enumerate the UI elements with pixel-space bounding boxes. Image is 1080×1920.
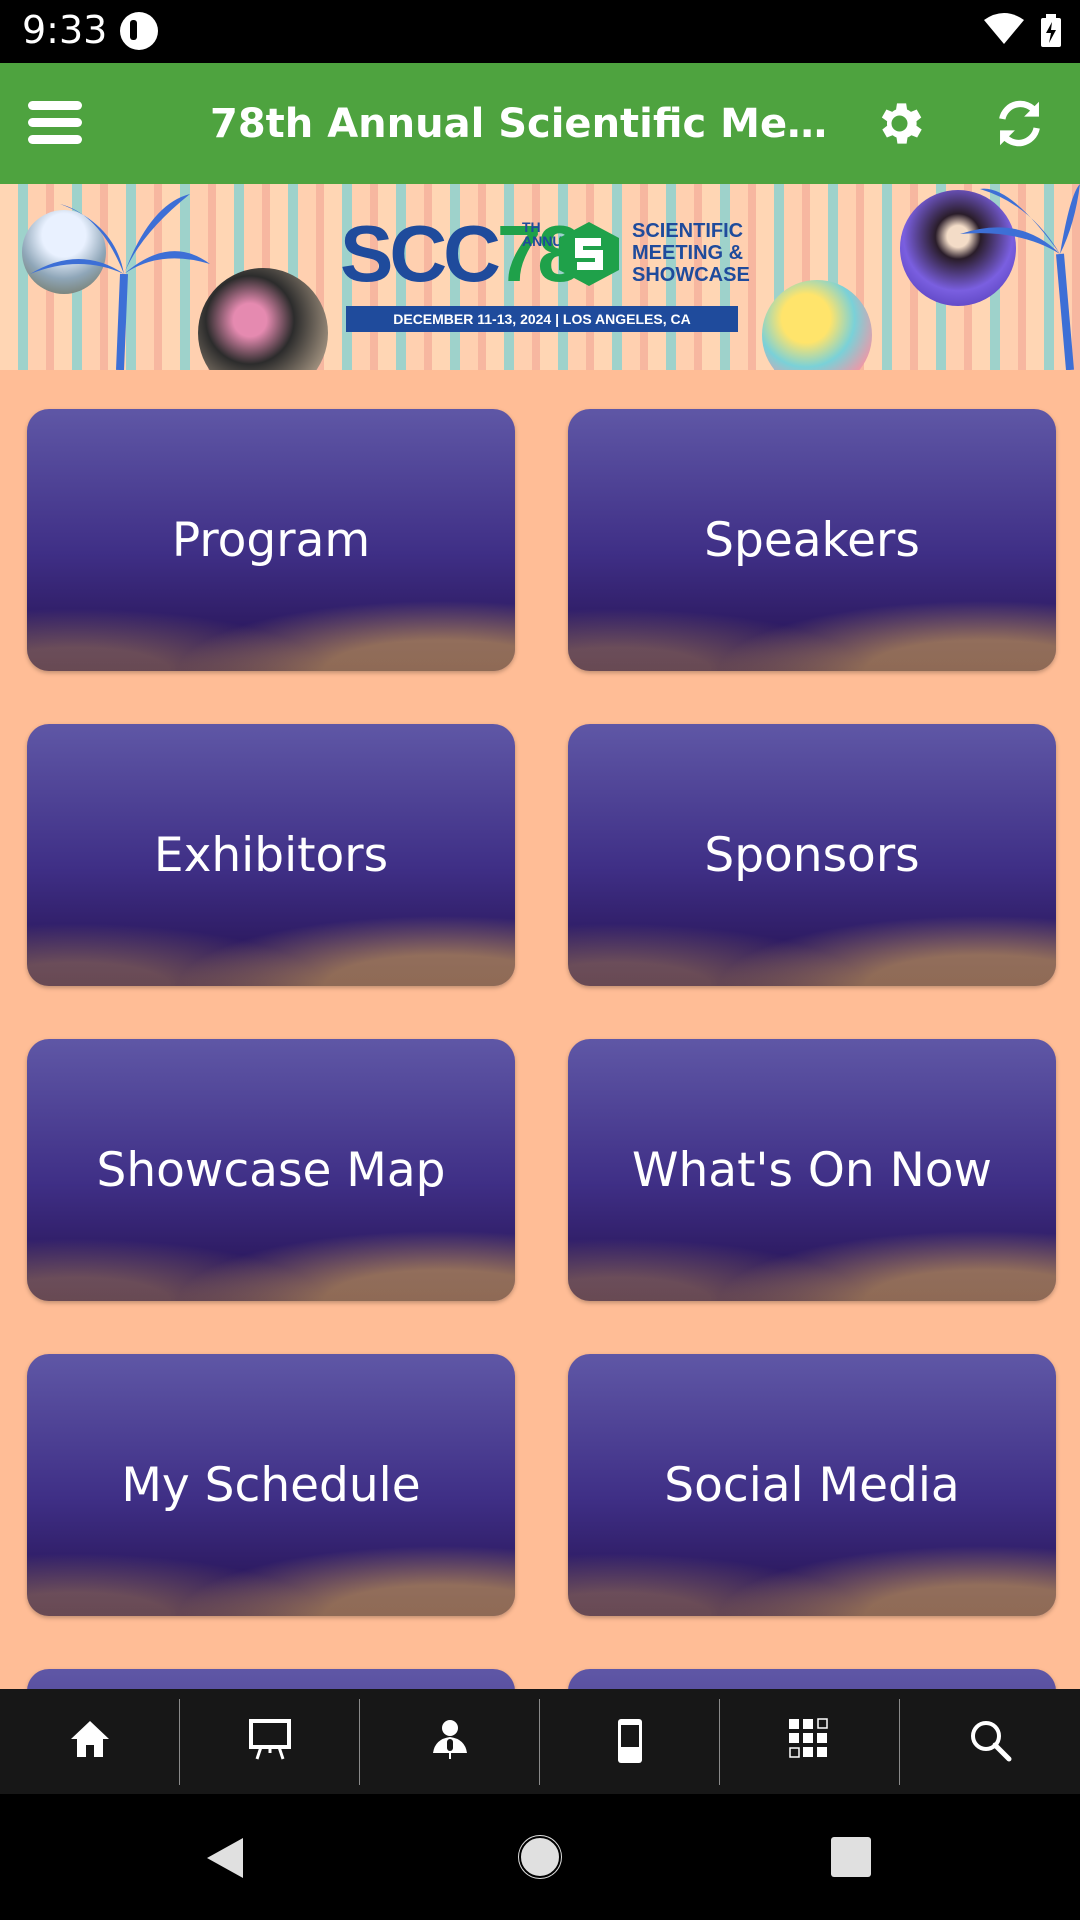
nav-search[interactable] (900, 1689, 1080, 1794)
tile-exhibitors[interactable]: Exhibitors (27, 724, 515, 986)
tile-label: What's On Now (632, 1142, 992, 1198)
app-title: 78th Annual Scientific Meeting & Showcas… (210, 101, 830, 147)
tile-label: Social Media (664, 1457, 960, 1513)
tile-social-media[interactable]: Social Media (568, 1354, 1056, 1616)
tile-label: Showcase Map (96, 1142, 446, 1198)
refresh-icon[interactable] (992, 96, 1047, 151)
event-logo: SCC78 TH ANNUAL SCIENTIFIC MEETING & SHO… (340, 214, 750, 340)
settings-gear-icon[interactable] (872, 96, 927, 151)
wifi-icon (984, 13, 1024, 44)
tile-showcase-map[interactable]: Showcase Map (27, 1039, 515, 1301)
event-banner[interactable]: SCC78 TH ANNUAL SCIENTIFIC MEETING & SHO… (0, 184, 1080, 370)
status-bar: 9:33 (0, 0, 1080, 63)
tile-partial[interactable] (568, 1669, 1056, 1690)
tile-label: Sponsors (704, 827, 920, 883)
nav-mobile[interactable] (540, 1689, 720, 1794)
menu-button[interactable] (28, 101, 86, 145)
tile-label: Speakers (704, 512, 920, 568)
nav-program[interactable] (180, 1689, 360, 1794)
nav-home[interactable] (0, 1689, 180, 1794)
palm-tree-right-image (960, 184, 1080, 370)
tile-my-schedule[interactable]: My Schedule (27, 1354, 515, 1616)
tile-sponsors[interactable]: Sponsors (568, 724, 1056, 986)
presentation-icon (249, 1719, 291, 1760)
tile-speakers[interactable]: Speakers (568, 409, 1056, 671)
tile-label: My Schedule (121, 1457, 421, 1513)
menu-tile-grid: Program Speakers Exhibitors Sponsors Sho… (0, 370, 1080, 1690)
tile-program[interactable]: Program (27, 409, 515, 671)
recents-square-icon[interactable] (829, 1835, 873, 1879)
tile-whats-on-now[interactable]: What's On Now (568, 1039, 1056, 1301)
app-bar: 78th Annual Scientific Meeting & Showcas… (0, 63, 1080, 184)
status-time: 9:33 (22, 8, 108, 52)
bottom-navigation (0, 1689, 1080, 1794)
battery-icon (1041, 14, 1061, 47)
home-circle-icon[interactable] (514, 1831, 566, 1883)
nav-speakers[interactable] (360, 1689, 540, 1794)
nav-qr[interactable] (720, 1689, 900, 1794)
event-date-line: DECEMBER 11-13, 2024 | LOS ANGELES, CA (346, 306, 738, 332)
scc-logo-mark-icon (559, 222, 619, 286)
qr-code-icon (789, 1718, 828, 1758)
search-icon (971, 1721, 1012, 1762)
logo-subtitle: SCIENTIFIC MEETING & SHOWCASE (632, 220, 750, 286)
app-notification-icon (120, 12, 158, 50)
tile-label: Exhibitors (153, 827, 389, 883)
palm-tree-image (30, 194, 210, 370)
logo-annual-text: TH ANNUAL (522, 219, 582, 249)
home-icon (71, 1721, 109, 1757)
logo-scc-text: SCC (340, 209, 501, 298)
tile-label: Program (171, 512, 371, 568)
mobile-icon (618, 1719, 642, 1763)
tile-partial[interactable] (27, 1669, 515, 1690)
system-navigation-bar (0, 1794, 1080, 1920)
back-triangle-icon[interactable] (203, 1834, 247, 1882)
speaker-icon (433, 1720, 467, 1759)
balloon-image (762, 280, 872, 370)
